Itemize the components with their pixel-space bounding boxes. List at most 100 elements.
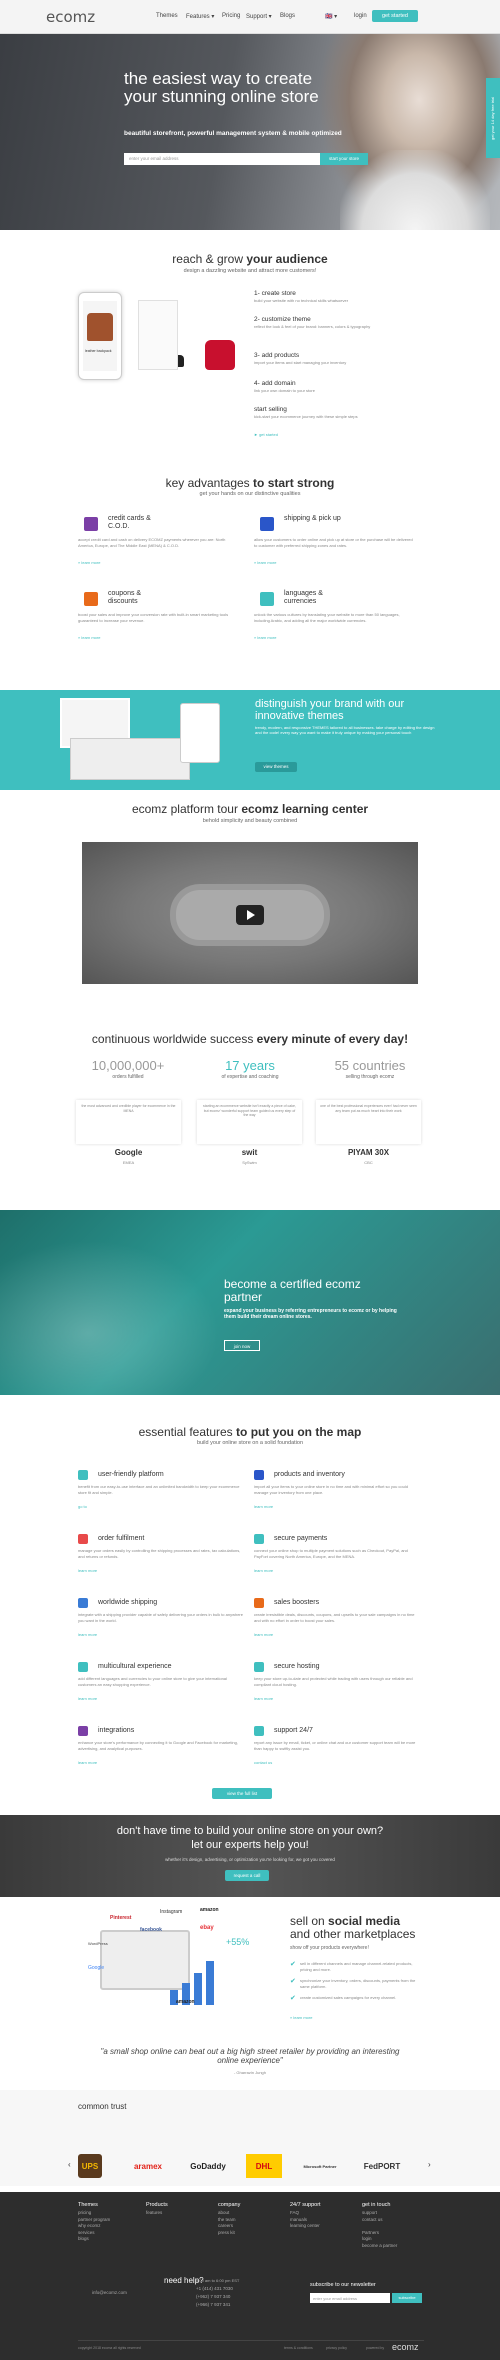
partner-title: become a certified ecomz partner (224, 1277, 361, 1304)
advantage-icon-3 (260, 592, 274, 606)
feature-learn-more-link[interactable]: contact us (254, 1760, 272, 1765)
footer-col-heading-3[interactable]: 24/7 support (290, 2202, 321, 2208)
footer-powered-by: powered by (366, 2346, 385, 2350)
feature-learn-more-link[interactable]: go to (78, 1504, 87, 1509)
play-button-icon[interactable] (236, 905, 264, 925)
advantage-desc: unlock the various cultures by translati… (254, 612, 400, 623)
testimonial-quote: one of the best professional experiences… (320, 1104, 417, 1113)
advantage-learn-more-link[interactable]: » learn more (254, 635, 276, 640)
quote-text: "a small shop online can beat out a big … (100, 2047, 400, 2065)
trust-prev-arrow[interactable]: ‹ (68, 2160, 71, 2169)
footer-email[interactable]: info@ecomz.com (92, 2290, 127, 2295)
build-description: whether it's design, advertising, or opt… (165, 1857, 335, 1862)
footer-link[interactable]: become a partner (362, 2243, 397, 2250)
language-select[interactable]: 🇬🇧 ▾ (325, 13, 337, 20)
social-check-text: sell in different channels and manage ch… (300, 1961, 413, 1972)
nav-pricing[interactable]: Pricing (222, 13, 240, 19)
stat-number-2: 55 countries (334, 1058, 406, 1073)
growth-chart (170, 1945, 240, 2005)
feature-learn-more-link[interactable]: learn more (254, 1632, 273, 1637)
themes-title: distinguish your brand with our innovati… (255, 698, 405, 722)
get-started-button[interactable]: get started (372, 10, 418, 22)
backpack-image (87, 313, 113, 341)
logo[interactable]: ecomz (46, 8, 95, 26)
feature-icon-7 (254, 1662, 264, 1672)
trust-logo-aramex: aramex (133, 2161, 163, 2171)
feature-title: secure hosting (274, 1663, 320, 1670)
reach-subtitle: design a dazzling website and attract mo… (183, 268, 317, 274)
nav-features[interactable]: Features ▾ (186, 13, 214, 20)
footer-link[interactable]: learning center (290, 2223, 320, 2230)
partner-image (0, 1240, 220, 1395)
advantage-icon-2 (84, 592, 98, 606)
feature-learn-more-link[interactable]: learn more (78, 1760, 97, 1765)
footer-privacy-link[interactable]: privacy policy (326, 2346, 347, 2350)
build-title-2: let our experts help you! (191, 1839, 309, 1851)
footer-link[interactable]: features (146, 2210, 162, 2217)
feature-learn-more-link[interactable]: learn more (254, 1504, 273, 1509)
advantage-icon-1 (260, 517, 274, 531)
free-trial-side-tab[interactable]: get your 14 day free trial (486, 78, 500, 158)
reach-step-title: 3- add products (254, 352, 300, 359)
hero-email-input[interactable]: enter your email address (124, 153, 320, 165)
video-player[interactable] (82, 842, 418, 984)
advantage-learn-more-link[interactable]: » learn more (78, 635, 100, 640)
footer-phone-1[interactable]: +1 (414) 431 7030 (196, 2286, 233, 2291)
login-link[interactable]: login (354, 13, 367, 19)
brand-amazon-2: amazon (176, 1999, 195, 2005)
social-title: sell on social media and other marketplac… (290, 1914, 416, 1941)
footer-col-heading-0[interactable]: Themes (78, 2202, 98, 2208)
partner-section: become a certified ecomz partner expand … (0, 1210, 500, 1395)
get-started-link[interactable]: ► get started (254, 432, 278, 437)
footer-link[interactable]: blogs (78, 2236, 89, 2243)
footer-col-heading-1[interactable]: Products (146, 2202, 168, 2208)
nav-themes[interactable]: Themes (156, 13, 178, 19)
feature-learn-more-link[interactable]: learn more (78, 1696, 97, 1701)
footer-hours: 9:00 am to 6:00 pm EST (196, 2278, 240, 2283)
feature-learn-more-link[interactable]: learn more (254, 1568, 273, 1573)
stat-label-2: selling through ecomz (345, 1074, 395, 1080)
check-icon: ✔ (290, 1995, 296, 2002)
feature-learn-more-link[interactable]: learn more (78, 1632, 97, 1637)
newsletter-email-input[interactable]: enter your email address (310, 2293, 390, 2303)
trust-next-arrow[interactable]: › (428, 2160, 431, 2169)
footer-phone-2[interactable]: (+962) 7 937 340 (196, 2294, 230, 2299)
footer-col-heading-4[interactable]: get in touch (362, 2202, 390, 2208)
request-call-button[interactable]: request a call (225, 1870, 269, 1881)
social-check-text: create customized sales campaigns for ev… (300, 1995, 397, 2000)
handbag-image (205, 340, 235, 370)
footer-phone-3[interactable]: (+966) 7 937 341 (196, 2302, 230, 2307)
footer-terms-link[interactable]: terms & conditions (284, 2346, 313, 2350)
brand-instagram: Instagram (160, 1909, 183, 1915)
view-themes-button[interactable]: view themes (255, 762, 297, 772)
feature-learn-more-link[interactable]: learn more (254, 1696, 273, 1701)
trust-logo-dhl: DHL (246, 2154, 282, 2178)
advantage-learn-more-link[interactable]: » learn more (254, 560, 276, 565)
testimonial-author: SySwim (242, 1160, 257, 1165)
feature-icon-9 (254, 1726, 264, 1736)
footer-link[interactable]: press kit (218, 2230, 235, 2237)
view-full-list-button[interactable]: view the full list (212, 1788, 272, 1799)
feature-desc: add different languages and currencies t… (78, 1676, 227, 1687)
nav-blogs[interactable]: Blogs (280, 13, 295, 19)
footer-brand-logo[interactable]: ecomz (392, 2342, 419, 2352)
subscribe-button[interactable]: subscribe (392, 2293, 422, 2303)
advantage-learn-more-link[interactable]: » learn more (78, 560, 100, 565)
footer-link[interactable]: contact us (362, 2217, 383, 2224)
hero-title: the easiest way to create your stunning … (124, 69, 319, 106)
quote-author: - Gharrazin Jungh (233, 2070, 266, 2075)
testimonial-author: CBC (364, 1160, 373, 1165)
trust-logo-godaddy: GoDaddy (190, 2161, 226, 2171)
social-learn-more-link[interactable]: » learn more (290, 2015, 312, 2020)
stat-label-0: orders fulfilled (112, 1074, 144, 1080)
join-now-button[interactable]: join now (224, 1340, 260, 1351)
reach-step-title: 4- add domain (254, 380, 296, 387)
reach-step-desc: import your items and start managing you… (254, 360, 347, 365)
trust-logo-fedport: FedPORT (363, 2161, 401, 2171)
start-store-button[interactable]: start your store (320, 153, 368, 165)
nav-support[interactable]: Support ▾ (246, 13, 272, 20)
brand-amazon: amazon (200, 1907, 219, 1913)
feature-learn-more-link[interactable]: learn more (78, 1568, 97, 1573)
reach-step-desc: kick-start your ecommerce journey with t… (254, 414, 358, 419)
footer-col-heading-2[interactable]: company (218, 2202, 240, 2208)
